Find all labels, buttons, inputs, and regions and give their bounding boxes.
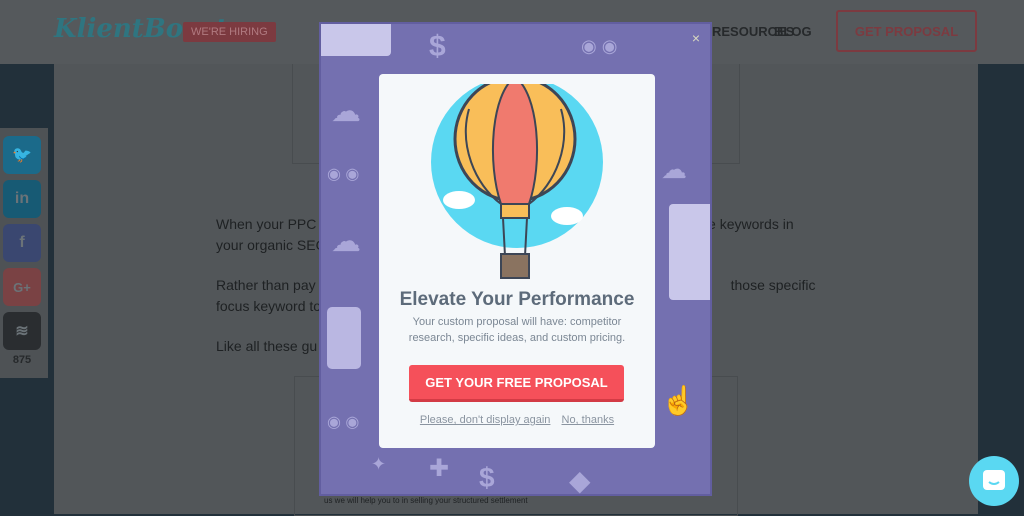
twitter-share-button[interactable]: 🐦 [3,136,41,174]
document-icon [669,204,710,300]
popup-card: Elevate Your Performance Your custom pro… [379,74,655,448]
popup-modal: $ ◉ ◉ ☁ ◉ ◉ ☁ ◉ ◉ ☁ ☝ ✦ ✚ $ ◆ × Elevate … [319,22,712,496]
phone-icon [327,307,361,369]
share-bar: 🐦 in f G+ ≋ 875 [0,128,48,378]
dismiss-links: Please, don't display again No, thanks [379,414,655,426]
chat-launcher-button[interactable] [969,456,1019,506]
document-icon [321,24,391,56]
dollar-icon: $ [479,462,495,493]
hot-air-balloon-icon [431,84,603,279]
dollar-icon: $ [429,30,446,63]
eyes-icon: ◉ ◉ [327,166,360,183]
dont-display-again-link[interactable]: Please, don't display again [420,414,551,426]
cloud-icon: ☁ [661,154,687,184]
sparkle-icon: ✦ [371,454,387,474]
share-count: 875 [12,354,32,366]
hiring-badge[interactable]: WE'RE HIRING [183,22,276,42]
paragraph-3: Like all these gu [216,338,318,354]
cloud-icon: ☁ [331,225,361,258]
buffer-share-button[interactable]: ≋ [3,312,41,350]
no-thanks-link[interactable]: No, thanks [562,414,615,426]
get-free-proposal-button[interactable]: GET YOUR FREE PROPOSAL [409,365,624,402]
google-plus-share-button[interactable]: G+ [3,268,41,306]
facebook-share-button[interactable]: f [3,224,41,262]
plus-icon: ✚ [429,455,450,482]
linkedin-share-button[interactable]: in [3,180,41,218]
close-icon[interactable]: × [692,30,700,46]
nav-blog[interactable]: BLOG [774,24,812,39]
eyes-icon: ◉ ◉ [327,414,360,431]
cloud-icon: ☁ [331,95,361,128]
chat-icon [983,470,1005,490]
get-proposal-button[interactable]: GET PROPOSAL [836,10,977,52]
diamond-icon: ◆ [569,465,591,496]
caption: us we will help you to in selling your s… [324,496,528,505]
pointer-hand-icon: ☝ [661,385,696,416]
popup-title: Elevate Your Performance [399,289,635,310]
popup-subtitle: Your custom proposal will have: competit… [408,316,626,344]
eyes-icon: ◉ ◉ [581,36,618,56]
